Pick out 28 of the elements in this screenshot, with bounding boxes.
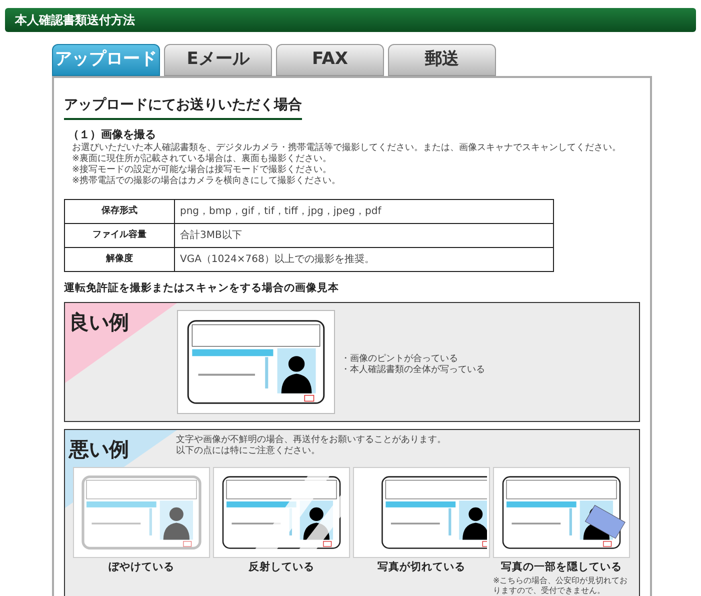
bad-example-title: 悪い例: [69, 436, 129, 463]
tab[interactable]: Eメール: [164, 44, 272, 76]
example-note: ※こちらの場合、公安印が見切れておりますので、受付できません。: [493, 576, 629, 596]
table-cell: 解像度: [64, 248, 174, 272]
tab[interactable]: 郵送: [388, 44, 496, 76]
table-cell: png，bmp，gif，tif，tiff，jpg，jpeg，pdf: [174, 200, 554, 224]
samples-title: 運転免許証を撮影またはスキャンをする場合の画像見本: [64, 281, 340, 296]
good-point-text: ・本人確認書類の全体が写っている: [341, 364, 485, 376]
table-cell: 合計3MB以下: [174, 224, 554, 248]
example-caption: 反射している: [248, 560, 314, 575]
step-title: （１）画像を撮る: [68, 128, 157, 142]
instruction-text: ※携帯電話での撮影の場合はカメラを横向きにして撮影ください。: [72, 176, 342, 187]
table-cell: VGA（1024×768）以上での撮影を推奨。: [174, 248, 554, 272]
bad-note-text: 以下の点には特にご注意ください。: [176, 446, 321, 457]
good-point-text: ・画像のピントが合っている: [341, 354, 459, 364]
good-example-title: 良い例: [69, 308, 129, 336]
bad-note-text: 文字や画像が不鮮明の場合、再送付をお願いすることがあります。: [176, 434, 447, 446]
instruction-text: ※裏面に現住所が記載されている場合は、裏面も撮影ください。: [72, 154, 333, 164]
instruction-text: ※接写モードの設定が可能な場合は接写モードで撮影ください。: [72, 165, 333, 176]
page-title: 本人確認書類送付方法: [15, 12, 135, 29]
example-caption: 写真の一部を隠している: [501, 560, 622, 575]
table-cell: 保存形式: [64, 200, 174, 224]
section-heading: アップロードにてお送りいただく場合: [64, 97, 302, 113]
tab[interactable]: FAX: [276, 44, 384, 76]
instruction-text: お選びいただいた本人確認書類を、デジタルカメラ・携帯電話等で撮影してください。または、画像スキャナでスキャンしてください。: [72, 143, 622, 154]
example-caption: 写真が切れている: [378, 560, 466, 575]
table-cell: ファイル容量: [64, 224, 174, 248]
example-caption: ぼやけている: [108, 560, 174, 575]
